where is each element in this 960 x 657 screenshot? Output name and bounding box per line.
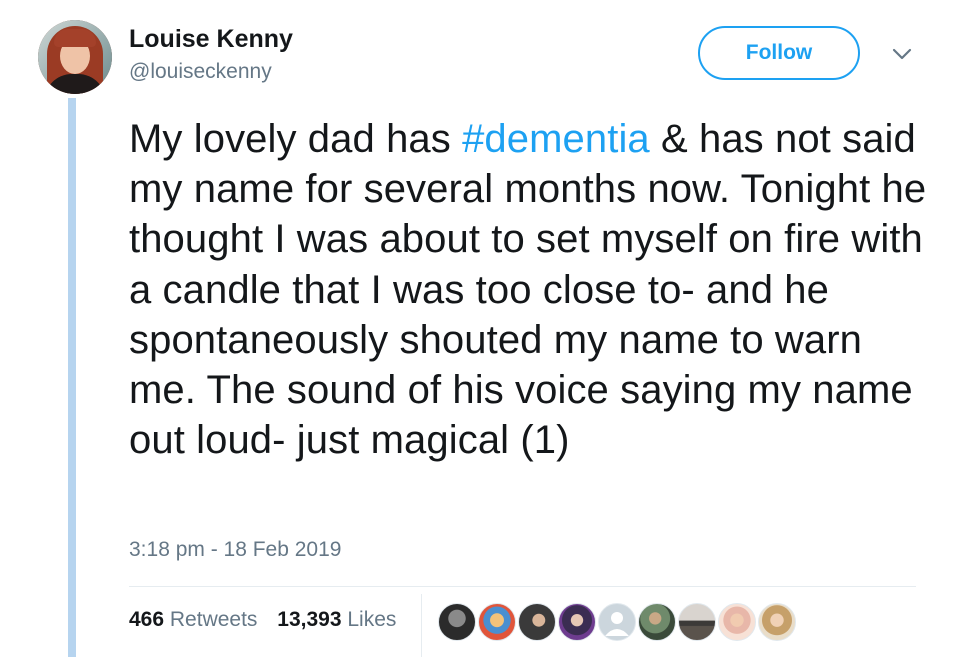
stats-separator — [421, 594, 422, 657]
liker-avatar[interactable] — [718, 603, 756, 641]
tweet-stats: 466 Retweets 13,393 Likes — [129, 608, 410, 632]
likes-label: Likes — [347, 608, 397, 631]
tweet-text-part: & has not said my name for several month… — [129, 117, 927, 463]
retweets-stat[interactable]: 466 Retweets — [129, 608, 257, 631]
retweets-label: Retweets — [169, 608, 258, 631]
tweet-timestamp[interactable]: 3:18 pm - 18 Feb 2019 — [129, 538, 341, 562]
liker-avatars — [438, 603, 796, 641]
tweet-text: My lovely dad has #dementia & has not sa… — [129, 114, 929, 465]
liker-avatar[interactable] — [518, 603, 556, 641]
thread-line — [68, 98, 76, 657]
divider — [129, 586, 916, 587]
likes-stat[interactable]: 13,393 Likes — [277, 608, 396, 631]
author-avatar[interactable] — [38, 20, 112, 94]
author-name[interactable]: Louise Kenny — [129, 25, 293, 54]
retweets-count: 466 — [129, 608, 165, 631]
liker-avatar[interactable] — [598, 603, 636, 641]
liker-avatar[interactable] — [558, 603, 596, 641]
liker-avatar[interactable] — [638, 603, 676, 641]
liker-avatar[interactable] — [438, 603, 476, 641]
author-handle[interactable]: @louiseckenny — [129, 60, 272, 84]
chevron-down-icon[interactable] — [891, 46, 913, 62]
liker-avatar[interactable] — [478, 603, 516, 641]
hashtag-link[interactable]: #dementia — [462, 117, 650, 161]
likes-count: 13,393 — [277, 608, 342, 631]
follow-button[interactable]: Follow — [698, 26, 860, 80]
default-avatar-icon — [605, 612, 629, 636]
tweet-text-part: My lovely dad has — [129, 117, 463, 161]
liker-avatar[interactable] — [758, 603, 796, 641]
liker-avatar[interactable] — [678, 603, 716, 641]
